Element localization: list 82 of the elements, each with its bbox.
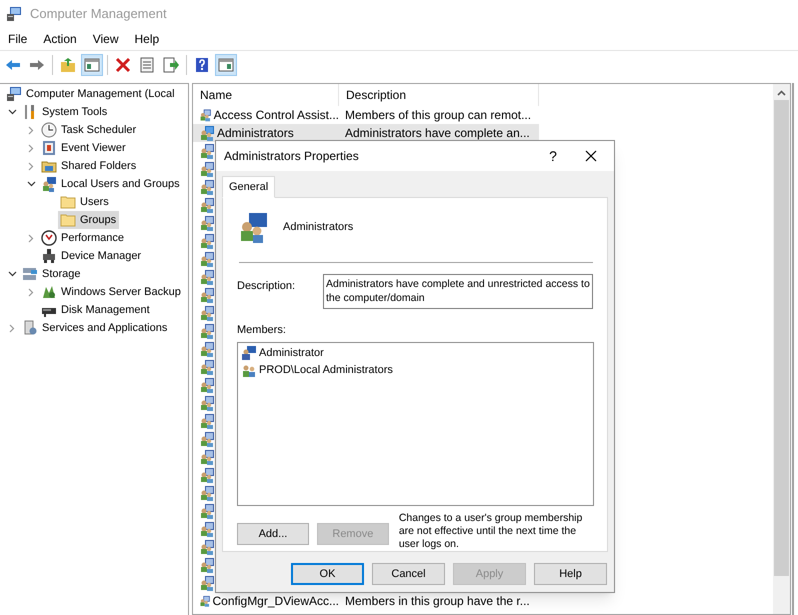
list-row[interactable]: Administrators Administrators have complete an... — [193, 124, 539, 142]
group-icon — [199, 125, 215, 141]
back-icon — [5, 57, 21, 73]
computer-icon — [6, 86, 22, 102]
device-icon — [41, 248, 57, 264]
tree-item[interactable]: Windows Server Backup — [39, 283, 184, 301]
expand-icon[interactable] — [28, 234, 34, 242]
properties-icon — [139, 57, 155, 73]
collapse-icon[interactable] — [8, 271, 16, 277]
table-cell-text: Members in this group have the r... — [344, 593, 530, 610]
action-pane-icon — [218, 57, 234, 73]
forward-icon — [29, 57, 45, 73]
tree-item[interactable]: Shared Folders — [39, 157, 140, 175]
collapse-icon[interactable] — [26, 181, 36, 187]
tree-item[interactable]: Event Viewer — [39, 139, 129, 157]
table-cell-text: Administrators — [217, 125, 294, 142]
close-icon — [585, 150, 597, 162]
help-icon — [194, 57, 210, 73]
delete-icon — [115, 57, 131, 73]
expand-icon[interactable] — [9, 324, 15, 332]
list-row[interactable]: Access Control Assist... Members of this group can remot... — [193, 106, 539, 124]
menu-item[interactable]: File — [2, 29, 34, 49]
dialog-title: Administrators Properties — [224, 148, 360, 165]
storage-icon — [22, 266, 38, 282]
computer-icon — [6, 6, 22, 22]
column-header[interactable]: Name — [193, 84, 339, 106]
expand-icon[interactable] — [28, 288, 34, 296]
member-item[interactable]: PROD\Local Administrators — [259, 362, 393, 379]
tree-item[interactable]: Local Users and Groups — [39, 175, 183, 193]
group-icon — [199, 107, 212, 123]
action-pane-button[interactable] — [215, 54, 237, 76]
dialog-button[interactable]: OK — [291, 563, 364, 585]
description-label: Description: — [237, 279, 296, 294]
column-header[interactable]: Description — [339, 84, 539, 106]
tree-item[interactable]: Performance — [39, 229, 127, 247]
collapse-icon[interactable] — [8, 109, 16, 115]
users-icon — [41, 176, 57, 192]
tree-item[interactable]: Disk Management — [39, 301, 153, 319]
menu-item[interactable]: View — [86, 29, 124, 49]
tree-item[interactable]: System Tools — [20, 103, 110, 121]
dialog-button[interactable]: Cancel — [372, 563, 445, 585]
tree-item[interactable]: Users — [58, 193, 112, 211]
folder-icon — [60, 212, 76, 228]
dialog-button[interactable]: Help — [534, 563, 607, 585]
list-row[interactable]: ConfigMgr_DViewAcc... Members in this group have the r... — [193, 592, 539, 610]
description-field[interactable]: Administrators have complete and unrestricted access to the computer/domain — [323, 274, 593, 310]
table-cell-text: ConfigMgr_DViewAcc... — [212, 593, 339, 610]
console-tree-icon — [84, 57, 100, 73]
members-list[interactable]: Administrator PROD\Local Administrators — [237, 342, 594, 506]
console-tree-button[interactable] — [81, 54, 103, 76]
tree-item[interactable]: Computer Management (Local — [4, 85, 178, 103]
scroll-thumb[interactable] — [774, 100, 789, 576]
tab[interactable]: General — [222, 176, 276, 198]
members-label: Members: — [237, 323, 287, 338]
log-icon — [41, 140, 57, 156]
tree-item[interactable]: Device Manager — [39, 247, 144, 265]
tree-item[interactable]: Services and Applications — [20, 319, 170, 337]
member-item[interactable]: Administrator — [259, 345, 324, 362]
tree-item[interactable]: Task Scheduler — [39, 121, 140, 139]
menu-item[interactable]: Help — [128, 29, 166, 49]
help-button[interactable]: ? — [538, 141, 568, 171]
scrollbar[interactable] — [773, 84, 790, 614]
clock-icon — [41, 122, 57, 138]
group-name: Administrators — [283, 220, 354, 235]
menu-item[interactable]: Action — [37, 29, 83, 49]
group-icon — [199, 593, 210, 609]
folder-up-icon — [60, 57, 76, 73]
tree-item[interactable]: Groups — [58, 211, 120, 229]
membership-note: Changes to a user's group membership are not effective until the next time the user logs on. — [398, 512, 584, 551]
export-list-icon — [163, 57, 179, 73]
user-icon — [241, 345, 257, 362]
scroll-up-icon[interactable] — [777, 90, 786, 96]
add-button[interactable]: Add... — [237, 522, 309, 545]
window-title: Computer Management — [30, 5, 167, 24]
expand-icon[interactable] — [28, 144, 34, 152]
expand-icon[interactable] — [28, 126, 34, 134]
gauge-icon — [41, 230, 57, 246]
table-cell-text: Access Control Assist... — [214, 107, 339, 124]
table-cell-text: Administrators have complete an... — [344, 125, 530, 142]
table-cell-text: Members of this group can remot... — [344, 107, 532, 124]
expand-icon[interactable] — [28, 162, 34, 170]
tree-item[interactable]: Storage — [20, 265, 84, 283]
